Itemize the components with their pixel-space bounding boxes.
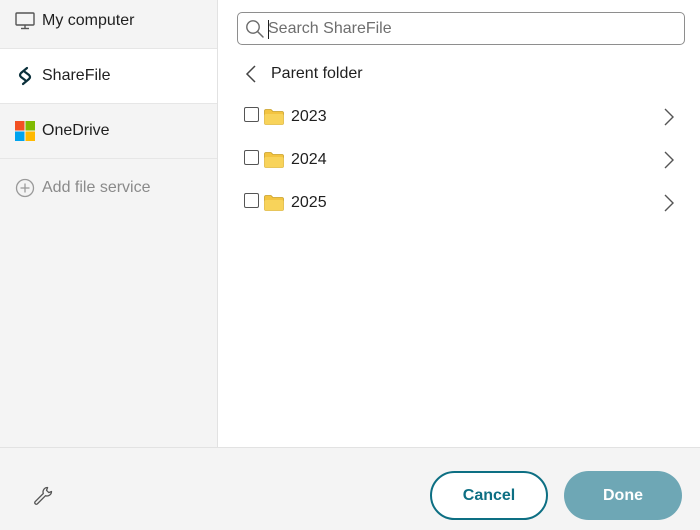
chevron-right-icon[interactable] (662, 106, 676, 128)
folder-icon (264, 109, 284, 125)
folder-checkbox[interactable] (244, 106, 259, 122)
folder-row[interactable]: 2025 (244, 188, 676, 218)
search-box (237, 12, 685, 45)
folder-name[interactable]: 2025 (291, 194, 662, 212)
file-browser: Parent folder 2023 2024 2025 (218, 0, 700, 447)
add-file-service-button[interactable]: Add file service (0, 160, 217, 215)
folder-icon (264, 152, 284, 168)
sidebar-item-label: My computer (42, 12, 135, 29)
wrench-icon[interactable] (32, 485, 54, 507)
monitor-icon (15, 11, 35, 31)
sidebar-item-my-computer[interactable]: My computer (0, 0, 217, 49)
folder-name[interactable]: 2023 (291, 108, 662, 126)
chevron-left-icon (245, 63, 261, 85)
plus-circle-icon (15, 178, 35, 198)
sidebar-item-sharefile[interactable]: ShareFile (0, 49, 217, 104)
sidebar-item-onedrive[interactable]: OneDrive (0, 104, 217, 159)
sidebar: My computer ShareFile OneDrive Add file … (0, 0, 218, 462)
parent-folder-link[interactable]: Parent folder (245, 60, 363, 88)
add-file-service-label: Add file service (42, 178, 151, 196)
search-input[interactable] (238, 13, 684, 44)
sidebar-item-label: OneDrive (42, 122, 110, 139)
folder-row[interactable]: 2023 (244, 102, 676, 132)
dialog-footer: Cancel Done (0, 447, 700, 530)
folder-checkbox[interactable] (244, 192, 259, 208)
folder-icon (264, 195, 284, 211)
sharefile-logo-icon (15, 66, 35, 86)
chevron-right-icon[interactable] (662, 192, 676, 214)
folder-checkbox[interactable] (244, 149, 259, 165)
text-caret (268, 20, 269, 39)
chevron-right-icon[interactable] (662, 149, 676, 171)
parent-folder-label: Parent folder (271, 65, 363, 82)
cancel-button[interactable]: Cancel (430, 471, 548, 520)
done-button[interactable]: Done (564, 471, 682, 520)
folder-name[interactable]: 2024 (291, 151, 662, 169)
search-icon (245, 19, 265, 39)
sidebar-item-label: ShareFile (42, 67, 111, 84)
folder-row[interactable]: 2024 (244, 145, 676, 175)
onedrive-logo-icon (15, 121, 35, 141)
